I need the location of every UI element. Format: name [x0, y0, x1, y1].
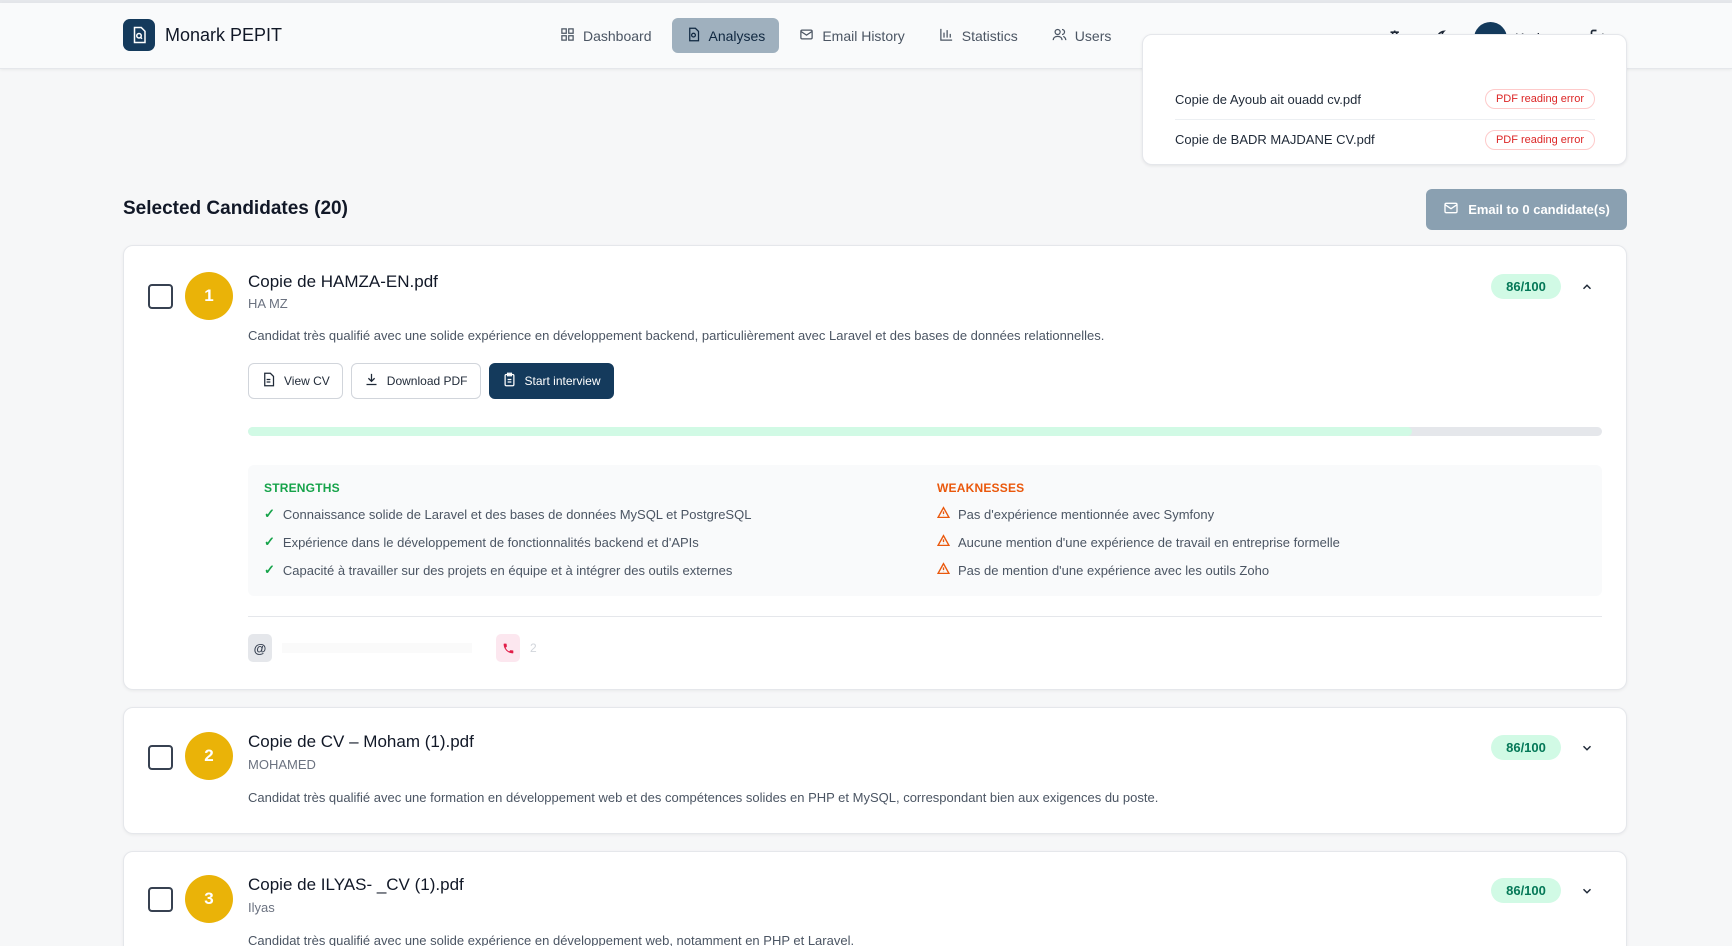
weakness-text: Pas d'expérience mentionnée avec Symfony: [958, 506, 1215, 522]
warning-icon: [936, 534, 951, 550]
document-icon: [261, 372, 276, 390]
phone-icon: [496, 634, 520, 662]
weaknesses-section: WEAKNESSES Pas d'expérience mentionnée a…: [936, 481, 1340, 579]
selected-candidates-title: Selected Candidates (20): [123, 198, 348, 219]
check-icon: ✓: [264, 506, 275, 521]
bar-chart-icon: [939, 27, 954, 45]
nav-users-label: Users: [1074, 27, 1112, 44]
start-interview-label: Start interview: [524, 374, 601, 388]
strength-item: ✓ Connaissance solide de Laravel et des b…: [264, 505, 751, 523]
strength-item: ✓ Capacité à travailler sur des projets e…: [264, 561, 751, 579]
view-cv-button[interactable]: View CV: [248, 363, 343, 399]
contact-phone[interactable]: 2: [496, 634, 537, 662]
candidate-actions: View CV Download PDF Start interview: [248, 363, 614, 399]
contact-info: @ 2: [248, 634, 537, 662]
nav-dashboard-label: Dashboard: [583, 27, 652, 44]
rank-badge: 2: [185, 732, 233, 780]
weakness-text: Pas de mention d'une expérience avec les…: [958, 562, 1270, 578]
nav-email-history-label: Email History: [822, 27, 905, 44]
strength-text: Expérience dans le développement de fonc…: [282, 534, 699, 550]
score-badge: 86/100: [1491, 274, 1561, 299]
rank-badge: 1: [185, 272, 233, 320]
strengths-weaknesses-panel: STRENGTHS ✓ Connaissance solide de Larave…: [248, 465, 1602, 596]
candidate-summary: Candidat très qualifié avec une solide e…: [248, 933, 855, 946]
email-candidates-label: Email to 0 candidate(s): [1468, 202, 1610, 217]
email-at-icon: @: [248, 634, 272, 662]
error-badge: PDF reading error: [1484, 89, 1595, 109]
start-interview-button[interactable]: Start interview: [488, 363, 614, 399]
weakness-item: Pas d'expérience mentionnée avec Symfony: [936, 505, 1340, 523]
weakness-item: Pas de mention d'une expérience avec les…: [936, 561, 1340, 579]
candidate-checkbox[interactable]: [148, 887, 173, 912]
score-badge: 86/100: [1491, 735, 1561, 760]
download-pdf-button[interactable]: Download PDF: [350, 363, 481, 399]
candidate-summary: Candidat très qualifié avec une formatio…: [248, 790, 1159, 805]
users-icon: [1052, 27, 1067, 45]
score-badge: 86/100: [1491, 878, 1561, 903]
error-row: Copie de BADR MAJDANE CV.pdf PDF reading…: [1175, 119, 1595, 159]
candidate-checkbox[interactable]: [148, 745, 173, 770]
candidate-name: HA MZ: [248, 296, 288, 311]
candidate-name: Ilyas: [248, 900, 275, 915]
brand-logo-icon: [123, 19, 155, 51]
check-icon: ✓: [264, 534, 275, 549]
brand[interactable]: Monark PEPIT: [123, 19, 282, 51]
strength-item: ✓ Expérience dans le développement de fon…: [264, 533, 751, 551]
candidate-summary: Candidat très qualifié avec une solide e…: [248, 328, 1105, 343]
contact-email[interactable]: @: [248, 634, 472, 662]
nav-users[interactable]: Users: [1038, 18, 1126, 53]
strength-text: Connaissance solide de Laravel et des ba…: [282, 506, 752, 522]
email-value-redacted: [282, 643, 472, 653]
nav-statistics[interactable]: Statistics: [925, 18, 1032, 53]
nav-email-history[interactable]: Email History: [785, 18, 918, 53]
error-row: Copie de Ayoub ait ouadd cv.pdf PDF read…: [1175, 79, 1595, 119]
download-icon: [364, 372, 379, 390]
phone-value: 2: [530, 641, 537, 655]
rank-badge: 3: [185, 875, 233, 923]
candidate-card: 2 Copie de CV – Moham (1).pdf MOHAMED Ca…: [123, 707, 1627, 834]
score-progress-bar: [248, 427, 1602, 436]
chevron-down-icon[interactable]: [1577, 738, 1597, 758]
candidate-card: 3 Copie de ILYAS- _CV (1).pdf Ilyas Cand…: [123, 851, 1627, 946]
mail-icon: [1443, 200, 1459, 219]
download-pdf-label: Download PDF: [386, 374, 468, 388]
clipboard-icon: [502, 372, 517, 390]
pdf-errors-card: Copie de Ayoub ait ouadd cv.pdf PDF read…: [1142, 34, 1627, 165]
chevron-up-icon[interactable]: [1577, 277, 1597, 297]
nav-dashboard[interactable]: Dashboard: [546, 18, 666, 53]
candidate-file-name: Copie de HAMZA-EN.pdf: [248, 272, 438, 291]
file-search-icon: [686, 27, 701, 45]
main-nav: Dashboard Analyses Email History Statist…: [546, 18, 1125, 53]
email-candidates-button[interactable]: Email to 0 candidate(s): [1426, 189, 1627, 230]
mail-icon: [799, 27, 814, 45]
view-cv-label: View CV: [284, 374, 330, 388]
nav-analyses[interactable]: Analyses: [671, 18, 780, 53]
weakness-item: Aucune mention d'une expérience de trava…: [936, 533, 1340, 551]
strengths-section: STRENGTHS ✓ Connaissance solide de Larave…: [264, 481, 751, 579]
strengths-title: STRENGTHS: [264, 481, 340, 495]
candidate-checkbox[interactable]: [148, 284, 173, 309]
candidate-card: 1 Copie de HAMZA-EN.pdf HA MZ Candidat t…: [123, 245, 1627, 690]
brand-name: Monark PEPIT: [165, 24, 283, 45]
score-progress-fill: [248, 427, 1413, 436]
warning-icon: [936, 506, 951, 522]
strength-text: Capacité à travailler sur des projets en…: [282, 562, 733, 578]
error-file-name: Copie de Ayoub ait ouadd cv.pdf: [1175, 91, 1361, 107]
candidate-file-name: Copie de CV – Moham (1).pdf: [248, 732, 474, 751]
warning-icon: [936, 562, 951, 578]
nav-statistics-label: Statistics: [961, 27, 1018, 44]
error-badge: PDF reading error: [1484, 129, 1595, 150]
weaknesses-title: WEAKNESSES: [937, 481, 1025, 495]
error-file-name: Copie de BADR MAJDANE CV.pdf: [1175, 132, 1375, 147]
check-icon: ✓: [264, 562, 275, 577]
chevron-down-icon[interactable]: [1577, 881, 1597, 901]
candidate-name: MOHAMED: [248, 757, 316, 772]
candidate-file-name: Copie de ILYAS- _CV (1).pdf: [248, 875, 464, 894]
dashboard-icon: [560, 27, 575, 45]
weakness-text: Aucune mention d'une expérience de trava…: [958, 534, 1340, 550]
nav-analyses-label: Analyses: [708, 27, 766, 44]
divider: [248, 616, 1602, 617]
